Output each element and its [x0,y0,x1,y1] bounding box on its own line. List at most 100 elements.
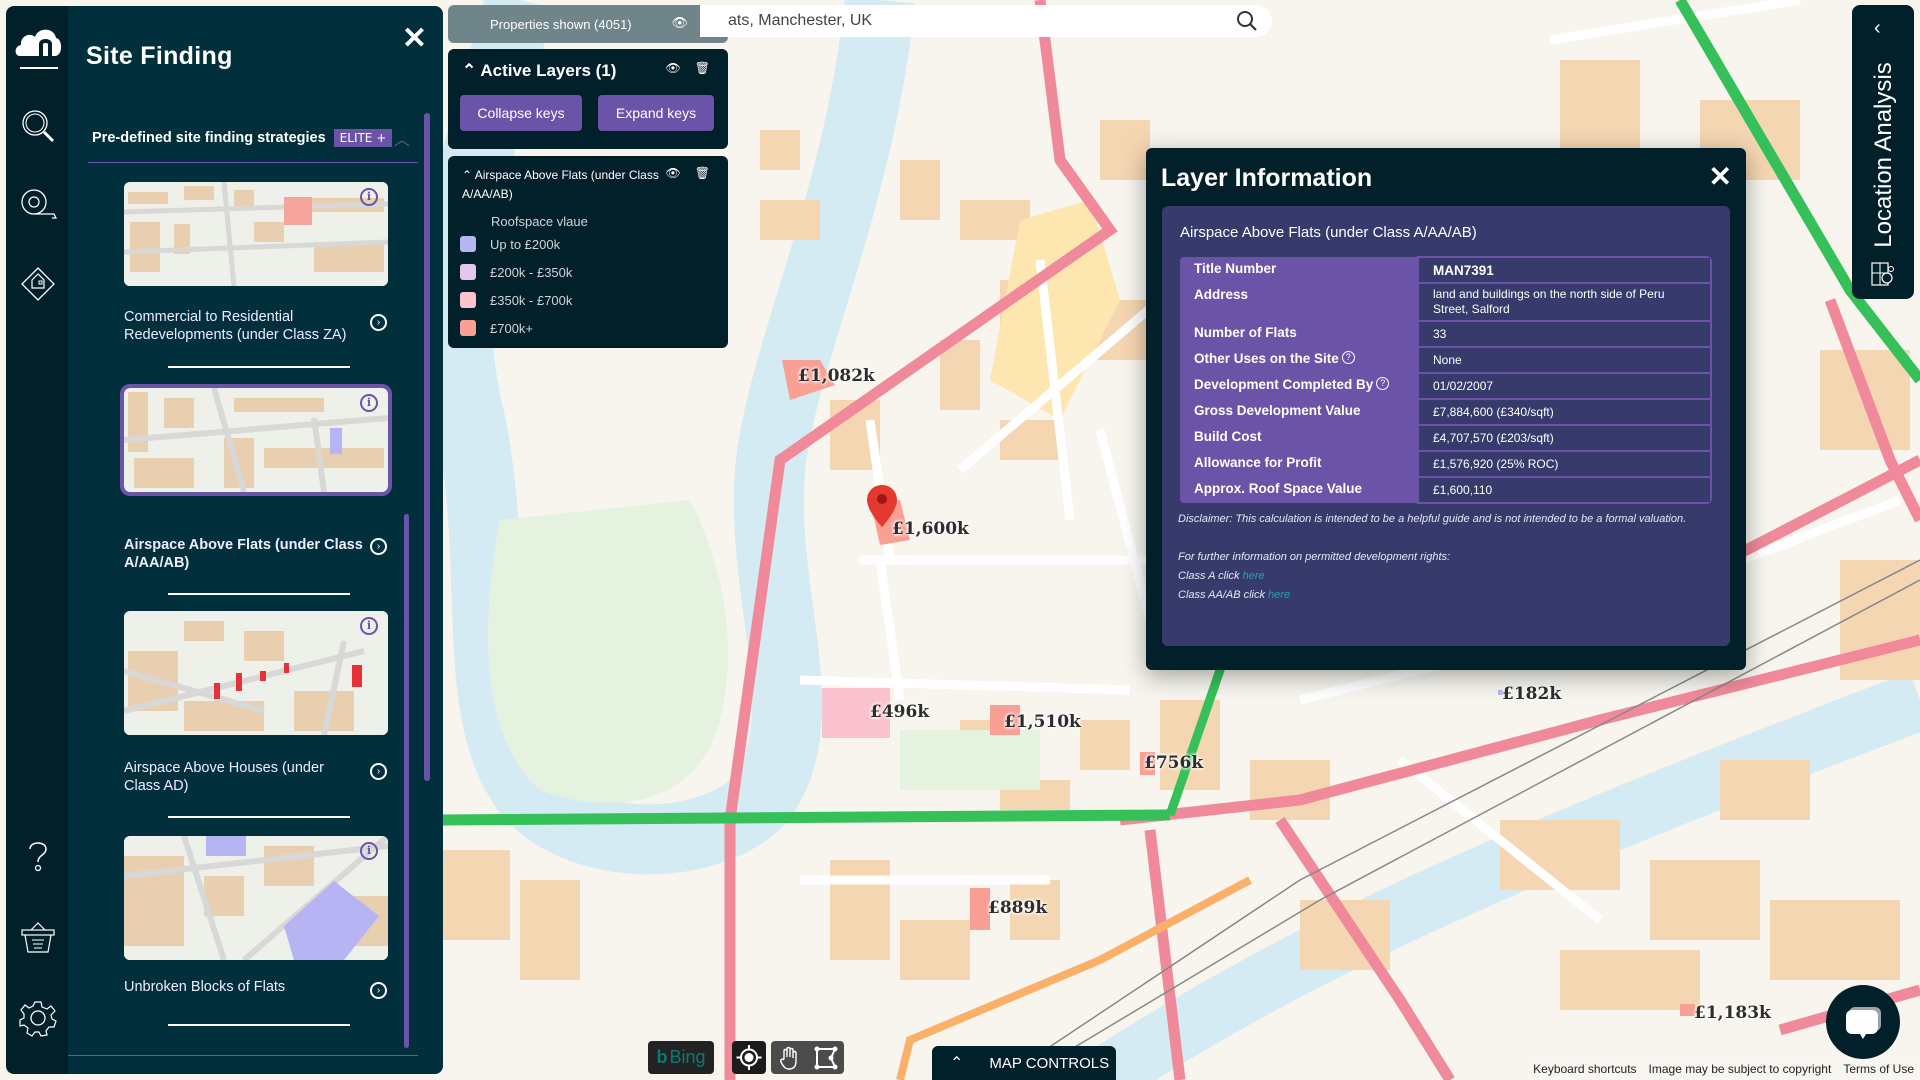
price-label[interactable]: £1,510k [1004,712,1081,732]
price-label[interactable]: £756k [1144,753,1203,773]
strategy-thumbnail[interactable]: i [120,384,392,496]
eye-icon[interactable]: 👁 [666,166,681,180]
search-icon[interactable] [1236,10,1258,32]
trash-icon[interactable]: 🗑 [695,166,710,180]
locate-me-button[interactable] [732,1041,766,1074]
magnifier-icon[interactable] [18,106,58,146]
strategy-thumbnail[interactable]: i [124,611,388,735]
section-divider [88,162,418,163]
price-label[interactable]: £182k [1502,684,1561,704]
info-key: Approx. Roof Space Value [1180,477,1418,503]
info-value: MAN7391 [1417,256,1712,284]
expand-keys-button[interactable]: Expand keys [598,95,714,131]
disclaimer-text: Disclaimer: This calculation is intended… [1178,513,1687,525]
help-icon[interactable]: ? [1376,377,1390,390]
layer-card-header[interactable]: ⌃ Airspace Above Flats (under Class A/AA… [462,166,662,204]
strategy-thumbnail[interactable]: i [124,182,388,286]
active-layers-header[interactable]: ⌃ Active Layers (1) [462,61,616,81]
terms-of-use-link[interactable]: Terms of Use [1837,1060,1920,1080]
info-key: Title Number [1180,257,1418,283]
trash-icon[interactable]: 🗑 [695,61,710,75]
outer-scrollbar[interactable] [424,113,430,781]
chevron-right-circle-icon[interactable]: › [370,982,387,999]
info-icon[interactable]: i [360,188,378,206]
info-key-label: Gross Development Value [1194,403,1361,418]
strategy-thumbnail[interactable]: i [124,836,388,960]
info-key: Gross Development Value [1180,399,1418,425]
card-divider [168,366,350,368]
map-controls-button[interactable]: ⌃ MAP CONTROLS [932,1046,1116,1080]
chevron-right-circle-icon[interactable]: › [370,763,387,780]
info-value: land and buildings on the north side of … [1417,282,1712,322]
strategy-name: Airspace Above Houses (under Class AD) [124,760,324,794]
info-value: 33 [1417,320,1712,348]
location-analysis-label: Location Analysis [1870,62,1897,248]
draw-polygon-icon[interactable] [813,1045,839,1071]
chevron-right-circle-icon[interactable]: › [370,314,387,331]
info-key-label: Number of Flats [1194,325,1297,340]
map-tool-group [771,1041,844,1074]
info-value: £7,884,600 (£340/sqft) [1417,398,1712,426]
eye-slash-icon[interactable]: 👁 [671,15,688,31]
close-popup-button[interactable]: ✕ [1709,160,1732,193]
chevron-up-icon[interactable]: ⌃ [462,168,472,182]
strategy-name: Unbroken Blocks of Flats [124,979,286,995]
location-analysis-tab[interactable]: ‹ Location Analysis [1852,5,1914,299]
key-row: £200k - £350k [460,264,572,280]
help-icon[interactable]: ? [1341,351,1355,364]
info-icon[interactable]: i [360,617,378,635]
class-a-link[interactable]: here [1243,570,1265,582]
info-key: Development Completed By? [1180,373,1418,399]
layer-key-card: ⌃ Airspace Above Flats (under Class A/AA… [448,156,728,348]
chat-button[interactable] [1826,985,1900,1059]
strategy-card[interactable]: i Unbroken Blocks of Flats › [124,836,394,1026]
pan-hand-icon[interactable] [777,1045,803,1071]
chevron-up-icon[interactable]: ︿ [394,126,410,150]
building-icon[interactable] [18,264,58,304]
chevron-up-icon[interactable]: ⌃ [462,61,476,80]
active-layers-panel: ⌃ Active Layers (1) 👁 🗑 Collapse keys Ex… [448,49,728,149]
info-key: Allowance for Profit [1180,451,1418,477]
gear-icon[interactable] [18,998,58,1038]
question-icon[interactable] [18,836,58,876]
properties-shown-bar: Properties shown (4051) 👁 [448,5,728,43]
collapse-keys-button[interactable]: Collapse keys [460,95,582,131]
strategy-name: Commercial to Residential Redevelopments… [124,309,347,343]
class-aa-link[interactable]: here [1268,589,1290,601]
close-panel-button[interactable]: ✕ [402,24,427,54]
key-label: £700k+ [490,320,534,336]
info-key: Number of Flats [1180,321,1418,347]
info-key-label: Address [1194,287,1249,302]
strategy-card[interactable]: i Commercial to Residential Redevelopmen… [124,182,394,368]
chat-bubble-icon [1846,1007,1881,1039]
price-label[interactable]: £1,600k [892,519,969,539]
map-pin-icon[interactable] [865,483,899,529]
bing-logo: b Bing [648,1041,714,1074]
basket-icon[interactable] [18,918,58,958]
popup-title: Layer Information [1161,164,1373,192]
cloud-n-logo[interactable] [14,18,64,68]
strategies-section-header[interactable]: Pre-defined site finding strategies ELIT… [92,120,420,156]
layer-name: Airspace Above Flats (under Class A/AA/A… [462,168,659,201]
inner-scrollbar[interactable] [404,514,409,1048]
tape-measure-icon[interactable] [18,184,58,224]
popup-subtitle: Airspace Above Flats (under Class A/AA/A… [1180,224,1477,241]
info-row: Title Number MAN7391 [1180,256,1712,284]
info-icon[interactable]: i [360,394,378,412]
price-label[interactable]: £889k [988,898,1047,918]
search-input[interactable] [728,12,1208,30]
keyboard-shortcuts-link[interactable]: Keyboard shortcuts [1527,1060,1643,1080]
site-finding-panel: Site Finding ✕ Pre-defined site finding … [68,6,443,1074]
eye-icon[interactable]: 👁 [666,61,681,75]
info-icon[interactable]: i [360,842,378,860]
price-label[interactable]: £1,082k [798,366,875,386]
price-label[interactable]: £496k [870,702,929,722]
price-label[interactable]: £1,183k [1694,1003,1771,1023]
bottom-divider [68,1055,418,1056]
key-swatch [460,320,476,336]
bing-label: Bing [669,1047,706,1067]
chevron-left-icon[interactable]: ‹ [1874,17,1881,40]
strategy-card[interactable]: i Airspace Above Houses (under Class AD)… [124,611,394,818]
strategy-card[interactable]: i Airspace Above Flats (under Class A/AA… [120,384,394,595]
chevron-right-circle-icon[interactable]: › [370,538,387,555]
